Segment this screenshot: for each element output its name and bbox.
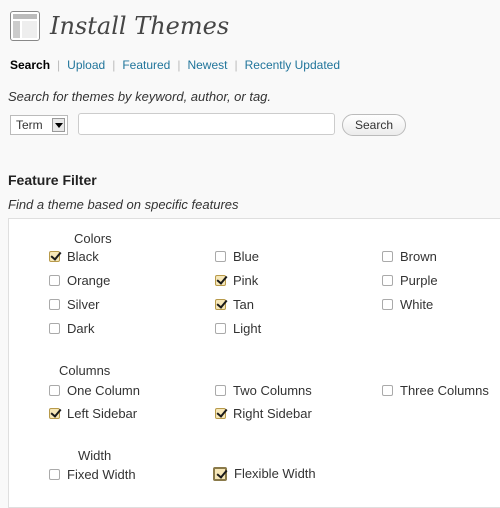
option-label: Two Columns [233, 383, 312, 398]
subnav: Search | Upload | Featured | Newest | Re… [10, 58, 340, 72]
option-tan[interactable]: Tan [215, 297, 254, 312]
checkbox[interactable] [215, 275, 226, 286]
subnav-search[interactable]: Search [10, 58, 50, 72]
checkbox[interactable] [382, 275, 393, 286]
feature-filter-title: Feature Filter [8, 172, 97, 188]
option-black[interactable]: Black [49, 249, 99, 264]
checkbox[interactable] [215, 299, 226, 310]
subnav-separator: | [177, 58, 181, 72]
subnav-featured[interactable]: Featured [122, 58, 170, 72]
checkbox[interactable] [49, 251, 60, 262]
search-type-select[interactable]: Term [10, 115, 68, 135]
checkbox[interactable] [382, 385, 393, 396]
checkbox[interactable] [215, 385, 226, 396]
checkbox[interactable] [49, 408, 60, 419]
option-left-sidebar[interactable]: Left Sidebar [49, 406, 137, 421]
subnav-separator: | [234, 58, 238, 72]
option-purple[interactable]: Purple [382, 273, 438, 288]
option-label: Brown [400, 249, 437, 264]
option-label: White [400, 297, 434, 312]
option-label: Orange [67, 273, 111, 288]
option-light[interactable]: Light [215, 321, 261, 336]
search-type-value: Term [16, 118, 43, 132]
checkbox[interactable] [213, 466, 227, 481]
page-header: Install Themes [10, 8, 229, 44]
checkbox[interactable] [382, 299, 393, 310]
checkbox[interactable] [49, 275, 60, 286]
feature-filter-panel: Colors Black Blue Brown Orange Pink Purp… [8, 218, 500, 508]
option-label: Purple [400, 273, 438, 288]
option-label: Black [67, 249, 99, 264]
option-dark[interactable]: Dark [49, 321, 94, 336]
subnav-separator: | [57, 58, 61, 72]
option-fixed-width[interactable]: Fixed Width [49, 467, 136, 482]
option-flexible-width[interactable]: Flexible Width [213, 466, 316, 481]
search-input[interactable] [78, 113, 335, 135]
option-label: Three Columns [400, 383, 489, 398]
checkbox[interactable] [215, 323, 226, 334]
search-button[interactable]: Search [342, 114, 406, 136]
subnav-newest[interactable]: Newest [187, 58, 227, 72]
themes-icon [10, 11, 40, 41]
checkbox[interactable] [382, 251, 393, 262]
option-label: Left Sidebar [67, 406, 138, 421]
option-three-columns[interactable]: Three Columns [382, 383, 489, 398]
width-group-label: Width [78, 448, 112, 463]
dropdown-arrow-icon[interactable] [52, 118, 65, 132]
option-brown[interactable]: Brown [382, 249, 437, 264]
checkbox[interactable] [49, 299, 60, 310]
option-label: Silver [67, 297, 100, 312]
checkbox[interactable] [215, 408, 226, 419]
option-pink[interactable]: Pink [215, 273, 258, 288]
option-two-columns[interactable]: Two Columns [215, 383, 312, 398]
option-label: Fixed Width [67, 467, 136, 482]
option-silver[interactable]: Silver [49, 297, 100, 312]
option-right-sidebar[interactable]: Right Sidebar [215, 406, 312, 421]
page-title: Install Themes [50, 12, 230, 40]
columns-group-label: Columns [59, 363, 111, 378]
subnav-recently-updated[interactable]: Recently Updated [245, 58, 340, 72]
checkbox[interactable] [49, 385, 60, 396]
checkbox[interactable] [49, 323, 60, 334]
subnav-upload[interactable]: Upload [67, 58, 105, 72]
option-white[interactable]: White [382, 297, 433, 312]
option-label: Blue [233, 249, 260, 264]
option-blue[interactable]: Blue [215, 249, 259, 264]
option-one-column[interactable]: One Column [49, 383, 140, 398]
option-label: One Column [67, 383, 140, 398]
search-description: Search for themes by keyword, author, or… [8, 89, 272, 104]
checkbox[interactable] [215, 251, 226, 262]
option-label: Right Sidebar [233, 406, 312, 421]
option-label: Dark [67, 321, 95, 336]
option-label: Tan [233, 297, 254, 312]
feature-filter-description: Find a theme based on specific features [8, 197, 239, 212]
option-label: Pink [233, 273, 259, 288]
colors-group-label: Colors [74, 231, 112, 246]
subnav-separator: | [112, 58, 116, 72]
checkbox[interactable] [49, 469, 60, 480]
option-orange[interactable]: Orange [49, 273, 110, 288]
option-label: Flexible Width [234, 466, 316, 481]
option-label: Light [233, 321, 262, 336]
